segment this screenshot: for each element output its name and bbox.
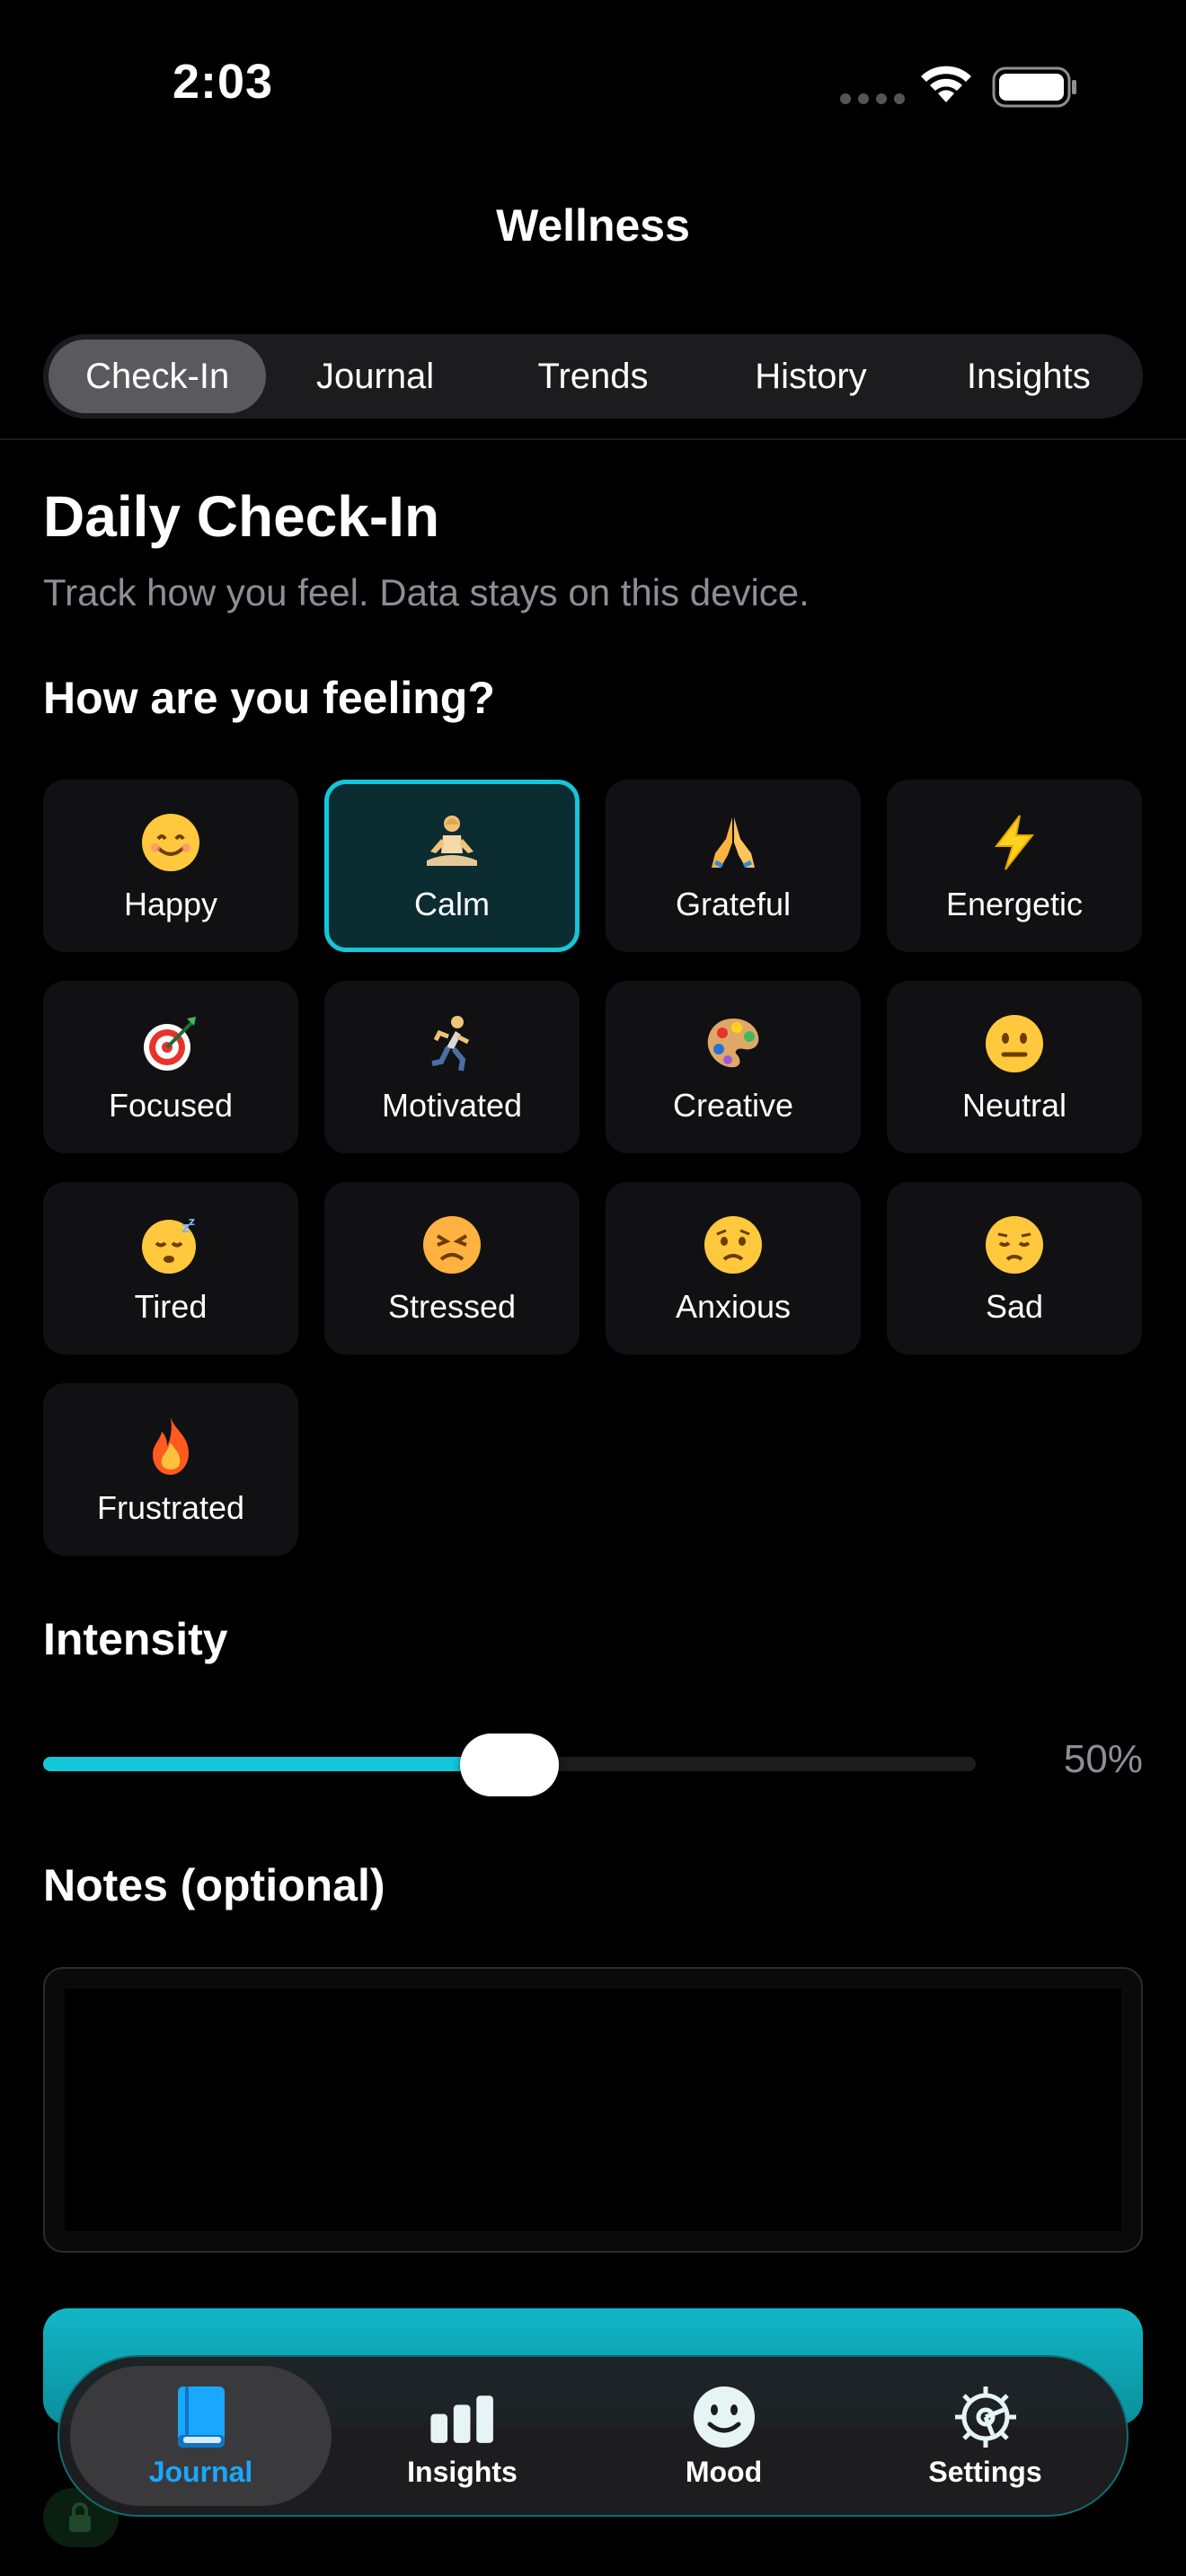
mood-option-happy[interactable]: Happy <box>43 780 298 952</box>
mood-option-anxious[interactable]: Anxious <box>606 1182 861 1354</box>
battery-icon <box>992 66 1076 108</box>
runner-icon <box>418 1010 486 1078</box>
folded-hands-icon <box>699 808 767 877</box>
mood-label: Grateful <box>675 886 792 922</box>
mood-option-stressed[interactable]: Stressed <box>324 1182 580 1354</box>
tabbar-item-mood[interactable]: Mood <box>593 2366 854 2506</box>
target-icon <box>137 1010 205 1078</box>
stressed-face-icon <box>418 1211 486 1279</box>
tab-check-in[interactable]: Check-In <box>49 340 267 413</box>
cellular-signal-icon <box>840 93 905 104</box>
divider <box>0 438 1186 440</box>
mood-option-creative[interactable]: Creative <box>606 981 861 1153</box>
tab-bar: Journal Insights Mood Settings <box>58 2355 1128 2517</box>
intensity-value: 50% <box>1063 1737 1143 1781</box>
tabbar-item-settings[interactable]: Settings <box>854 2366 1116 2506</box>
fire-icon <box>137 1412 205 1480</box>
mood-grid: Happy Calm Grateful Energetic Focused Mo… <box>43 780 1143 1556</box>
feeling-heading: How are you feeling? <box>43 673 495 723</box>
svg-text:z: z <box>189 1215 195 1228</box>
tabbar-item-insights[interactable]: Insights <box>332 2366 593 2506</box>
mood-option-focused[interactable]: Focused <box>43 981 298 1153</box>
intensity-heading: Intensity <box>43 1614 228 1664</box>
mood-option-motivated[interactable]: Motivated <box>324 981 580 1153</box>
tab-history[interactable]: History <box>702 340 919 413</box>
notes-container <box>43 1967 1143 2253</box>
mood-label: Stressed <box>387 1288 517 1325</box>
status-time: 2:03 <box>173 55 274 109</box>
mood-label: Focused <box>108 1087 234 1124</box>
mood-option-tired[interactable]: zz Tired <box>43 1182 298 1354</box>
tab-insights[interactable]: Insights <box>920 340 1137 413</box>
mood-option-sad[interactable]: Sad <box>887 1182 1142 1354</box>
mood-option-neutral[interactable]: Neutral <box>887 981 1142 1153</box>
palette-icon <box>699 1010 767 1078</box>
book-icon <box>166 2384 236 2450</box>
mood-label: Creative <box>672 1087 794 1124</box>
tab-journal[interactable]: Journal <box>266 340 483 413</box>
neutral-face-icon <box>980 1010 1049 1078</box>
mood-label: Happy <box>123 886 218 922</box>
mood-option-grateful[interactable]: Grateful <box>606 780 861 952</box>
tabbar-label: Settings <box>928 2455 1042 2488</box>
mood-label: Tired <box>134 1288 208 1325</box>
smiley-icon <box>689 2384 759 2450</box>
notes-heading: Notes (optional) <box>43 1860 385 1910</box>
mood-label: Frustrated <box>96 1489 245 1526</box>
intensity-slider-thumb[interactable] <box>460 1734 559 1796</box>
smiling-face-icon <box>137 808 205 877</box>
mood-option-calm[interactable]: Calm <box>324 780 580 952</box>
mood-label: Neutral <box>961 1087 1067 1124</box>
lock-icon <box>69 2502 91 2532</box>
mood-option-energetic[interactable]: Energetic <box>887 780 1142 952</box>
bar-chart-icon <box>428 2384 498 2450</box>
sleepy-face-icon: zz <box>137 1211 205 1279</box>
meditation-icon <box>418 808 486 877</box>
mood-label: Motivated <box>381 1087 523 1124</box>
mood-label: Sad <box>985 1288 1044 1325</box>
tabbar-label: Mood <box>685 2455 763 2488</box>
wifi-icon <box>921 66 971 102</box>
gear-icon <box>951 2384 1021 2450</box>
segmented-control: Check-In Journal Trends History Insights <box>43 334 1143 419</box>
mood-option-frustrated[interactable]: Frustrated <box>43 1383 298 1556</box>
mood-label: Anxious <box>675 1288 792 1325</box>
nav-title: Wellness <box>496 200 690 251</box>
intensity-slider-fill <box>43 1757 509 1771</box>
tab-trends[interactable]: Trends <box>484 340 702 413</box>
mood-label: Energetic <box>945 886 1084 922</box>
lightning-icon <box>980 808 1049 877</box>
tabbar-item-journal[interactable]: Journal <box>70 2366 332 2506</box>
page-subtitle: Track how you feel. Data stays on this d… <box>43 571 810 613</box>
sad-face-icon <box>980 1211 1049 1279</box>
page-title: Daily Check-In <box>43 484 440 549</box>
tabbar-label: Journal <box>148 2455 253 2488</box>
tabbar-label: Insights <box>407 2455 518 2488</box>
notes-input[interactable] <box>65 1989 1121 2231</box>
mood-label: Calm <box>413 886 490 922</box>
worried-face-icon <box>699 1211 767 1279</box>
